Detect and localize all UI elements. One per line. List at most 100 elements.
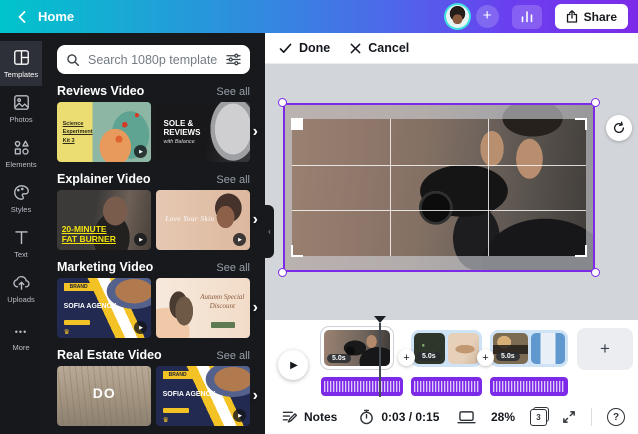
crop-dim-overlay [283, 119, 292, 256]
sidebar-item-uploads[interactable]: Uploads [0, 266, 42, 311]
see-all-link[interactable]: See all [216, 262, 250, 274]
crop-corner-handle[interactable] [291, 245, 303, 257]
cancel-button[interactable]: Cancel [350, 41, 409, 55]
add-clip-button[interactable]: + [577, 328, 633, 370]
home-button[interactable]: Home [10, 5, 82, 28]
clip-thumbnail [530, 333, 565, 364]
audio-waveform-segment[interactable] [411, 377, 482, 396]
selection-handle[interactable] [278, 98, 287, 107]
template-thumb-love-your-skin[interactable]: Love Your Skin ▶ [156, 190, 250, 250]
fullscreen-icon[interactable] [562, 410, 576, 424]
play-icon: ▶ [290, 359, 298, 371]
waveform-bars [413, 381, 480, 392]
crop-dim-overlay [586, 119, 595, 256]
insert-clip-button[interactable]: + [477, 349, 494, 366]
search-box[interactable] [57, 45, 250, 74]
carousel-next-icon[interactable]: › [253, 211, 258, 229]
audio-waveform-segment[interactable] [321, 377, 403, 396]
present-device-icon[interactable] [457, 410, 476, 425]
collapse-chevron-icon: ‹ [268, 227, 271, 236]
time-value: 0:03 / 0:15 [381, 410, 440, 424]
play-badge-icon: ▶ [134, 233, 147, 246]
crop-region[interactable] [291, 118, 587, 257]
canvas-area: ‹ [265, 64, 638, 320]
play-badge-icon: ▶ [233, 409, 246, 422]
zoom-level[interactable]: 28% [491, 410, 515, 424]
selection-handle[interactable] [278, 268, 287, 277]
page-count: 3 [530, 408, 547, 426]
template-thumb-sofia-agency[interactable]: BRAND SOFIA AGENCY ♛ ▶ [57, 278, 151, 338]
crop-target-image[interactable] [278, 98, 600, 277]
grid-line [389, 119, 391, 256]
template-thumb-science[interactable]: Science Experiment Kit 3 ▶ [57, 102, 151, 162]
sidebar-item-styles[interactable]: Styles [0, 176, 42, 221]
template-thumb-autumn-special[interactable]: Autumn Special Discount [156, 278, 250, 338]
share-button[interactable]: Share [554, 4, 628, 29]
thumb-text: SOFIA AGENCY [63, 303, 117, 311]
clip-duration-badge: 5.0s [327, 354, 351, 363]
thumb-button-shape [63, 320, 90, 325]
photos-icon [13, 95, 29, 110]
stopwatch-icon [360, 409, 374, 425]
search-input[interactable] [88, 52, 218, 67]
pages-button[interactable]: 3 [530, 406, 549, 426]
template-thumb-do[interactable]: DO [57, 366, 151, 426]
canva-video-editor: Home + Share Templates Photos Elements S… [0, 0, 638, 434]
sidebar-item-more[interactable]: ••• More [0, 315, 42, 360]
section-title: Reviews Video [57, 84, 145, 98]
sidebar-item-photos[interactable]: Photos [0, 86, 42, 131]
rotate-button[interactable] [606, 115, 632, 141]
carousel-next-icon[interactable]: › [253, 299, 258, 317]
thumb-tag: BRAND [162, 370, 193, 379]
crop-dim-overlay [283, 256, 595, 272]
section-title: Real Estate Video [57, 348, 162, 362]
crop-corner-handle[interactable] [575, 245, 587, 257]
crop-corner-handle[interactable] [291, 118, 303, 130]
thumb-text: SOFIA AGENCY [162, 391, 216, 399]
thumb-text: SOLE & REVIEWS with Balance [164, 119, 216, 146]
sidebar-item-templates[interactable]: Templates [0, 41, 42, 86]
clip-thumbnail [448, 333, 479, 364]
sidebar-item-label: Uploads [7, 295, 35, 304]
thumb-row-explainer: 20-MINUTE FAT BURNER ▶ Love Your Skin ▶ … [42, 190, 265, 250]
templates-icon [13, 50, 29, 65]
timeline-clip-1-selected[interactable]: 5.0s [321, 327, 393, 369]
help-button[interactable]: ? [607, 408, 625, 426]
done-button[interactable]: Done [279, 41, 330, 55]
see-all-link[interactable]: See all [216, 350, 250, 362]
template-thumb-sole-reviews[interactable]: SOLE & REVIEWS with Balance [156, 102, 250, 162]
see-all-link[interactable]: See all [216, 174, 250, 186]
notes-button[interactable]: Notes [282, 410, 337, 424]
thumb-text: DO [92, 385, 116, 402]
crop-corner-handle[interactable] [575, 118, 587, 130]
selection-handle[interactable] [591, 98, 600, 107]
selection-handle[interactable] [591, 268, 600, 277]
text-icon [14, 231, 28, 245]
timeline-clip-3[interactable]: 5.0s [490, 330, 568, 367]
insights-button[interactable] [511, 4, 542, 29]
clip-thumbnail: 5.0s [493, 333, 528, 364]
add-member-button[interactable]: + [475, 5, 499, 28]
panel-collapse-button[interactable]: ‹ [265, 205, 274, 258]
template-thumb-sofia-agency-2[interactable]: BRAND SOFIA AGENCY ♛ ▶ [156, 366, 250, 426]
filter-icon[interactable] [226, 53, 241, 66]
sidebar-item-text[interactable]: Text [0, 221, 42, 266]
insert-clip-button[interactable]: + [398, 349, 415, 366]
thumb-row-real-estate: DO BRAND SOFIA AGENCY ♛ ▶ › [42, 366, 265, 426]
sidebar-item-elements[interactable]: Elements [0, 131, 42, 176]
crop-dim-overlay [283, 103, 595, 119]
see-all-link[interactable]: See all [216, 86, 250, 98]
play-button[interactable]: ▶ [278, 350, 308, 380]
carousel-next-icon[interactable]: › [253, 387, 258, 405]
sidebar-item-label: Templates [3, 70, 39, 79]
template-thumb-fat-burner[interactable]: 20-MINUTE FAT BURNER ▶ [57, 190, 151, 250]
timeline-clip-2[interactable]: 5.0s [411, 330, 482, 367]
avatar[interactable] [445, 5, 469, 28]
section-header-reviews: Reviews Video See all [42, 84, 265, 98]
notes-icon [282, 411, 297, 423]
search-icon [67, 53, 80, 66]
audio-waveform-segment[interactable] [490, 377, 568, 396]
carousel-next-icon[interactable]: › [253, 123, 258, 141]
back-chevron-icon [18, 10, 26, 23]
play-badge-icon: ▶ [233, 233, 246, 246]
